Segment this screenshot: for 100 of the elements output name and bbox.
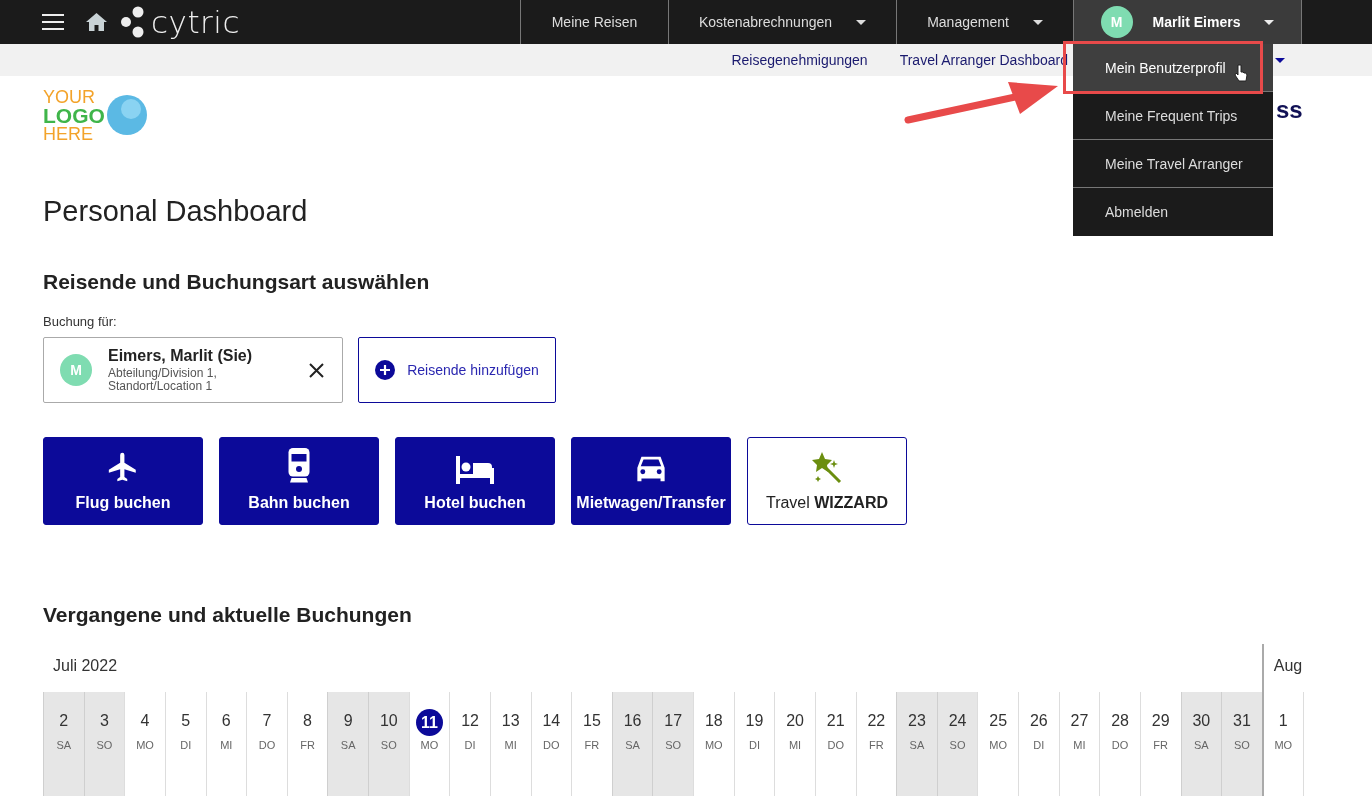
calendar-day[interactable]: 30 SA	[1180, 692, 1222, 796]
circle-logo-icon	[107, 95, 147, 135]
weekday-label: SO	[380, 739, 397, 751]
calendar-day[interactable]: 27 MI	[1058, 692, 1100, 796]
calendar-day[interactable]: 31 SO	[1221, 692, 1262, 796]
day-number: 22	[866, 711, 887, 731]
menu-item[interactable]: Abmelden	[1073, 188, 1273, 236]
day-number: 1	[1277, 711, 1289, 731]
calendar-day[interactable]: 13 MI	[489, 692, 531, 796]
add-traveller-button[interactable]: Reisende hinzufügen	[358, 337, 556, 403]
day-number: 28	[1110, 711, 1130, 731]
day-number: 21	[825, 711, 846, 731]
weekday-label: SA	[1193, 739, 1209, 751]
day-number: 3	[99, 711, 110, 731]
weekday-label: FR	[868, 739, 884, 751]
booking-tile[interactable]: Travel WIZZARD	[747, 437, 907, 525]
field-label: Buchung für:	[43, 314, 118, 329]
caret-icon	[856, 19, 867, 25]
calendar-day[interactable]: 18 MO	[693, 692, 734, 796]
calendar-day[interactable]: 3 SO	[83, 692, 125, 796]
weekday-label: DI	[748, 739, 760, 751]
brand-name: cytric	[151, 6, 240, 38]
calendar-day[interactable]: 12 DI	[449, 692, 490, 796]
calendar-day[interactable]: 28 DO	[1099, 692, 1140, 796]
menu-icon[interactable]	[42, 14, 64, 30]
calendar-day[interactable]: 10 SO	[368, 692, 409, 796]
dots-logo-icon	[121, 6, 145, 38]
caret-icon	[1275, 57, 1285, 63]
calendar-day[interactable]: 5 DI	[164, 692, 206, 796]
booking-tile[interactable]: Flug buchen	[43, 437, 203, 525]
calendar-day[interactable]: 24 SO	[936, 692, 978, 796]
weekday-label: MI	[788, 739, 802, 751]
weekday-label: MO	[420, 739, 439, 751]
day-number: 25	[988, 711, 1009, 731]
day-number: 26	[1028, 711, 1049, 731]
calendar-day[interactable]: 23 SA	[896, 692, 937, 796]
calendar-day[interactable]: 14 DO	[530, 692, 572, 796]
month-label: Aug	[1272, 656, 1304, 676]
calendar-day[interactable]: 29 FR	[1139, 692, 1181, 796]
day-number: 13	[500, 711, 521, 731]
weekday-label: FR	[300, 739, 315, 751]
weekday-label: MO	[704, 739, 723, 751]
user-menu-button[interactable]: M Marlit Eimers	[1073, 0, 1302, 44]
day-number: 9	[342, 711, 354, 731]
calendar-day[interactable]: 21 DO	[814, 692, 856, 796]
traveller-detail: Abteilung/Division 1, Standort/Location 1	[108, 366, 218, 394]
day-number: 5	[180, 711, 192, 731]
day-number: 19	[744, 711, 765, 731]
booking-tile[interactable]: Bahn buchen	[219, 437, 379, 525]
calendar-day[interactable]: 16 SA	[611, 692, 653, 796]
nav-link[interactable]: Reisegenehmigungen	[731, 52, 868, 68]
bed-icon	[456, 456, 494, 484]
day-number: 7	[261, 711, 273, 731]
weekday-label: MO	[1274, 739, 1293, 751]
menu-item[interactable]: Meine Frequent Trips	[1073, 92, 1273, 140]
weekday-label: SO	[665, 739, 682, 751]
weekday-label: MO	[136, 739, 154, 751]
calendar-day[interactable]: 7 DO	[246, 692, 287, 796]
calendar-day[interactable]: 17 SO	[652, 692, 693, 796]
calendar-day[interactable]: 2 SA	[43, 692, 84, 796]
calendar-day[interactable]: 6 MI	[205, 692, 247, 796]
close-icon[interactable]	[309, 362, 324, 378]
weekday-label: SO	[96, 739, 113, 751]
user-avatar: M	[1100, 6, 1133, 38]
calendar-day[interactable]: 4 MO	[124, 692, 165, 796]
calendar-day[interactable]: 15 FR	[571, 692, 612, 796]
day-number: 27	[1069, 711, 1090, 731]
day-number: 23	[907, 711, 927, 731]
calendar-day[interactable]: 26 DI	[1018, 692, 1059, 796]
calendar-day[interactable]: 25 MO	[977, 692, 1018, 796]
section-heading: Vergangene und aktuelle Buchungen	[43, 603, 412, 627]
weekday-label: DI	[180, 739, 192, 751]
weekday-label: MI	[1073, 739, 1086, 751]
calendar-day[interactable]: 11 MO	[408, 692, 450, 796]
weekday-label: SO	[949, 739, 966, 751]
day-number: 18	[703, 711, 724, 731]
weekday-label: MO	[989, 739, 1008, 751]
calendar-day[interactable]: 19 DI	[733, 692, 775, 796]
weekday-label: SA	[340, 739, 356, 751]
day-number: 29	[1150, 711, 1171, 731]
weekday-label: DO	[827, 739, 844, 751]
weekday-label: DO	[258, 739, 276, 751]
logo-text: LOGO	[43, 106, 105, 126]
caret-icon	[1264, 19, 1275, 25]
calendar-day[interactable]: 9 SA	[327, 692, 368, 796]
day-number: 20	[785, 711, 805, 731]
home-icon[interactable]	[86, 13, 107, 31]
header-text: ss	[1276, 96, 1303, 124]
car-icon	[634, 454, 668, 484]
section-heading: Reisende und Buchungsart auswählen	[43, 270, 430, 294]
day-number: 10	[378, 711, 399, 731]
booking-tile[interactable]: Mietwagen/Transfer	[571, 437, 731, 525]
day-number: 16	[622, 711, 643, 731]
logo-text: HERE	[43, 125, 94, 144]
menu-item[interactable]: Meine Travel Arranger	[1073, 140, 1273, 188]
booking-tile[interactable]: Hotel buchen	[395, 437, 555, 525]
day-number: 2	[58, 711, 70, 731]
calendar-day[interactable]: 1 MO	[1263, 692, 1304, 796]
calendar-day[interactable]: 20 MI	[774, 692, 815, 796]
traveller-name: Eimers, Marlit (Sie)	[108, 346, 254, 365]
